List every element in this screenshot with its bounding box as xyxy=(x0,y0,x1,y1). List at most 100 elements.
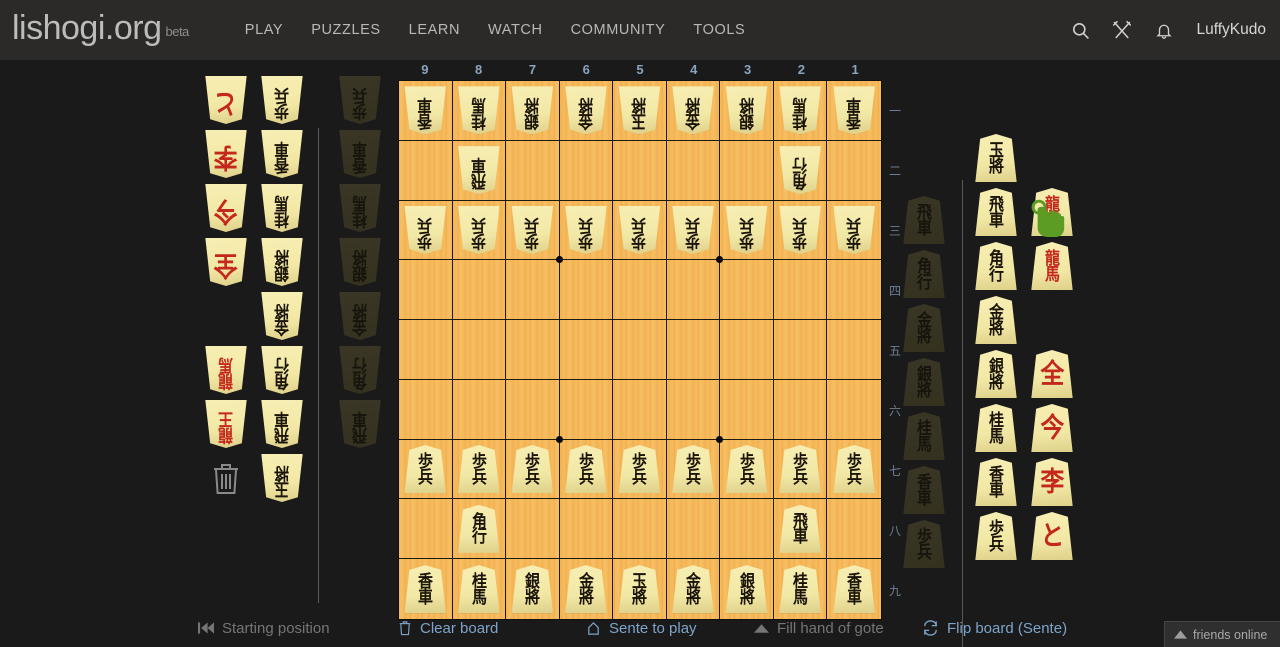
board-square[interactable] xyxy=(506,320,560,380)
board-piece[interactable]: 飛車 xyxy=(457,146,501,195)
board-piece[interactable]: 金將 xyxy=(564,86,608,135)
board-square[interactable] xyxy=(399,140,453,201)
board-square[interactable]: 歩兵 xyxy=(827,440,881,500)
board-square[interactable] xyxy=(452,260,507,321)
board-square[interactable] xyxy=(666,260,721,321)
spare-piece-sente[interactable]: 香車 xyxy=(974,458,1018,506)
board-square[interactable]: 歩兵 xyxy=(399,200,453,261)
board-square[interactable] xyxy=(720,379,774,440)
board-square[interactable] xyxy=(506,260,560,321)
spare-piece-gote[interactable]: 銀將 xyxy=(260,238,304,286)
board-square[interactable] xyxy=(827,499,881,560)
board-square[interactable] xyxy=(613,140,667,201)
board-square[interactable]: 歩兵 xyxy=(559,439,614,500)
board-piece[interactable]: 飛車 xyxy=(778,504,822,553)
spare-piece-sente[interactable]: 全 xyxy=(1030,350,1074,398)
nav-item-puzzles[interactable]: PUZZLES xyxy=(297,0,394,60)
fill-hand-of-gote-button[interactable]: Fill hand of gote xyxy=(754,620,922,637)
spare-piece-gote[interactable]: 龍王 xyxy=(204,400,248,448)
board-piece[interactable]: 銀將 xyxy=(510,86,554,135)
trash-icon[interactable] xyxy=(204,454,248,502)
board-piece[interactable]: 香車 xyxy=(403,86,447,135)
board-piece[interactable]: 歩兵 xyxy=(510,205,554,254)
spare-piece-gote[interactable]: 玉將 xyxy=(260,454,304,502)
hand-piece-gote[interactable]: 香車 xyxy=(338,130,382,178)
board-square[interactable]: 桂馬 xyxy=(452,81,507,141)
spare-piece-gote[interactable]: 全 xyxy=(204,238,248,286)
board-square[interactable]: 香車 xyxy=(399,81,453,141)
username-link[interactable]: LuffyKudo xyxy=(1194,21,1266,39)
board-square[interactable] xyxy=(399,379,453,440)
hand-piece-gote[interactable]: 桂馬 xyxy=(338,184,382,232)
board-piece[interactable]: 歩兵 xyxy=(457,205,501,254)
spare-piece-sente[interactable]: 玉將 xyxy=(974,134,1018,182)
spare-piece-sente[interactable]: 角行 xyxy=(974,242,1018,290)
spare-piece-sente[interactable]: と xyxy=(1030,512,1074,560)
board-square[interactable] xyxy=(773,320,828,380)
board-piece[interactable]: 香車 xyxy=(832,565,876,614)
board-square[interactable]: 飛車 xyxy=(452,140,507,201)
board-piece[interactable]: 桂馬 xyxy=(778,565,822,614)
board-piece[interactable]: 歩兵 xyxy=(671,205,715,254)
hand-piece-sente[interactable]: 角行 xyxy=(902,250,946,298)
board-piece[interactable]: 金將 xyxy=(671,565,715,614)
board-square[interactable] xyxy=(399,320,453,380)
starting-position-button[interactable]: Starting position xyxy=(198,620,398,637)
board-square[interactable]: 香車 xyxy=(827,81,881,141)
board-piece[interactable]: 桂馬 xyxy=(457,86,501,135)
board-piece[interactable]: 歩兵 xyxy=(617,445,661,494)
board-square[interactable] xyxy=(452,320,507,380)
board-square[interactable]: 桂馬 xyxy=(773,81,828,141)
board-square[interactable] xyxy=(613,499,667,560)
board-square[interactable]: 歩兵 xyxy=(452,439,507,500)
spare-piece-sente[interactable]: 銀將 xyxy=(974,350,1018,398)
board-piece[interactable]: 銀將 xyxy=(725,86,769,135)
spare-piece-gote[interactable]: 歩兵 xyxy=(260,76,304,124)
spare-piece-gote[interactable]: 金將 xyxy=(260,292,304,340)
board-square[interactable]: 歩兵 xyxy=(452,200,507,261)
board-square[interactable]: 歩兵 xyxy=(666,439,721,500)
board-square[interactable] xyxy=(720,320,774,380)
board-piece[interactable]: 歩兵 xyxy=(617,205,661,254)
hand-piece-gote[interactable]: 角行 xyxy=(338,346,382,394)
spare-piece-gote[interactable]: 香車 xyxy=(260,130,304,178)
board-piece[interactable]: 角行 xyxy=(457,504,501,553)
board-square[interactable] xyxy=(506,140,560,201)
spare-piece-sente[interactable]: 歩兵 xyxy=(974,512,1018,560)
flip-board-button[interactable]: Flip board (Sente) xyxy=(922,620,1092,637)
board-square[interactable] xyxy=(399,260,453,321)
board-square[interactable] xyxy=(827,260,881,321)
hand-piece-gote[interactable]: 飛車 xyxy=(338,400,382,448)
sente-to-play-button[interactable]: Sente to play xyxy=(586,620,754,637)
board-piece[interactable]: 歩兵 xyxy=(403,445,447,494)
board-piece[interactable]: 香車 xyxy=(832,86,876,135)
board-piece[interactable]: 桂馬 xyxy=(457,565,501,614)
nav-item-community[interactable]: COMMUNITY xyxy=(557,0,680,60)
spare-piece-gote[interactable]: 今 xyxy=(204,184,248,232)
board-square[interactable]: 歩兵 xyxy=(773,439,828,500)
board-square[interactable] xyxy=(773,260,828,321)
hand-piece-sente[interactable]: 銀將 xyxy=(902,358,946,406)
spare-piece-sente[interactable]: 今 xyxy=(1030,404,1074,452)
spare-piece-sente[interactable]: 桂馬 xyxy=(974,404,1018,452)
site-logo[interactable]: lishogi.org beta xyxy=(12,9,189,51)
board-square[interactable] xyxy=(666,140,721,201)
board-square[interactable] xyxy=(613,320,667,380)
spare-piece-gote[interactable]: 桂馬 xyxy=(260,184,304,232)
spare-piece-sente[interactable]: 龍馬 xyxy=(1030,242,1074,290)
hand-piece-sente[interactable]: 香車 xyxy=(902,466,946,514)
bell-icon[interactable] xyxy=(1152,18,1176,42)
spare-piece-gote[interactable]: と xyxy=(204,76,248,124)
board-square[interactable]: 歩兵 xyxy=(720,439,774,500)
board-piece[interactable]: 歩兵 xyxy=(832,445,876,494)
nav-item-watch[interactable]: WATCH xyxy=(474,0,557,60)
board-piece[interactable]: 歩兵 xyxy=(778,205,822,254)
spare-piece-sente[interactable]: 飛車 xyxy=(974,188,1018,236)
board-square[interactable] xyxy=(666,379,724,443)
board-square[interactable] xyxy=(399,499,453,560)
shogi-board[interactable]: 香車桂馬銀將金將玉將金將銀將桂馬香車飛車角行歩兵歩兵歩兵歩兵歩兵歩兵歩兵歩兵歩兵… xyxy=(398,80,882,620)
board-square[interactable]: 金將 xyxy=(666,81,721,141)
board-square[interactable]: 銀將 xyxy=(506,81,560,141)
friends-online-widget[interactable]: friends online xyxy=(1164,621,1280,647)
board-square[interactable]: 歩兵 xyxy=(506,200,563,264)
